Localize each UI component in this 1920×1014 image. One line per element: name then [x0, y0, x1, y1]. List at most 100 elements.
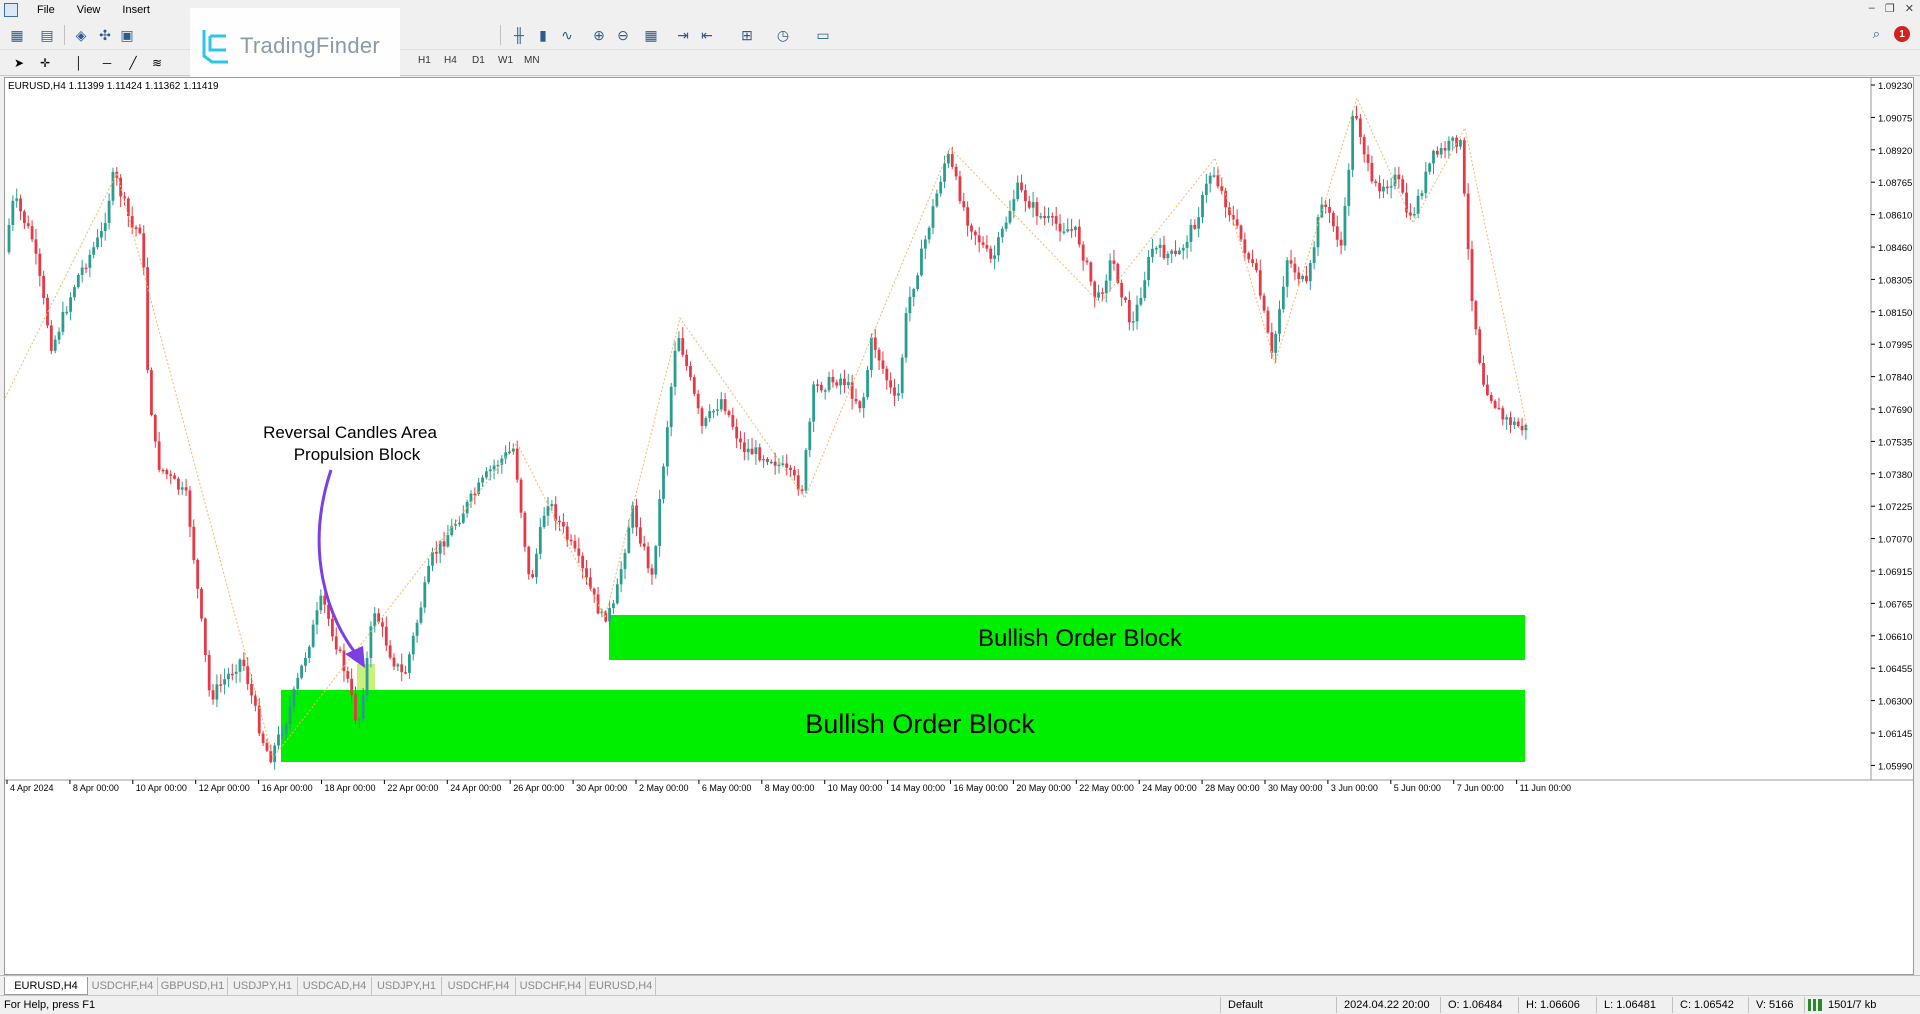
notification-icon[interactable]: 1	[1894, 26, 1910, 42]
chart-tab[interactable]: USDCHF,H4	[442, 977, 516, 995]
bullish-candle	[1447, 140, 1451, 151]
new-chart-icon[interactable]: ▦	[6, 24, 28, 46]
chart-tab[interactable]: GBPUSD,H1	[158, 977, 228, 995]
chart-window[interactable]: 1.09230 1.09075 1.08920 1.08765 1.08610 1.084…	[4, 77, 1914, 975]
minimize-icon[interactable]: –	[1869, 2, 1875, 15]
timeframe-mn[interactable]: MN	[524, 55, 540, 66]
bullish-candle	[304, 657, 307, 666]
tile-windows-icon[interactable]: ▦	[640, 24, 662, 46]
chart-tab[interactable]: USDCHF,H4	[516, 977, 586, 995]
zoom-out-icon[interactable]: ⊖	[612, 24, 634, 46]
periods-icon[interactable]: ◷	[772, 24, 794, 46]
bearish-candle	[1216, 175, 1220, 187]
bearish-candle	[342, 650, 346, 672]
bearish-candle	[650, 568, 654, 575]
line-chart-icon[interactable]: ∿	[556, 24, 578, 46]
bullish-candle	[57, 331, 61, 340]
bullish-candle	[719, 399, 723, 410]
horizontal-line-icon[interactable]: ─	[96, 52, 118, 74]
bullish-candle	[1047, 216, 1050, 219]
bullish-candle	[292, 688, 296, 707]
chart-tab[interactable]: USDCHF,H4	[88, 977, 158, 995]
bullish-candle	[1004, 222, 1008, 229]
indicators-icon[interactable]: ⊞	[736, 24, 758, 46]
bearish-candle	[157, 441, 161, 470]
bullish-candle	[1512, 421, 1516, 425]
timeframe-h4[interactable]: H4	[444, 55, 457, 66]
market-watch-icon[interactable]: ◈	[70, 24, 92, 46]
zoom-in-icon[interactable]: ⊕	[588, 24, 610, 46]
bullish-candle	[411, 635, 415, 655]
bearish-candle	[400, 664, 404, 673]
bearish-candle	[596, 594, 600, 614]
crosshair-icon[interactable]: ✛	[34, 52, 56, 74]
bearish-candle	[1235, 219, 1239, 226]
time-tick-label: 7 Jun 00:00	[1457, 783, 1504, 793]
navigator-icon[interactable]: ✣	[94, 24, 116, 46]
bearish-candle	[257, 705, 261, 734]
bearish-candle	[816, 384, 819, 386]
trendline-icon[interactable]: ╱	[122, 52, 144, 74]
bearish-candle	[219, 684, 223, 686]
status-low: L: 1.06481	[1604, 999, 1656, 1011]
status-separator	[1672, 997, 1673, 1013]
cursor-icon[interactable]: ➤	[8, 52, 30, 74]
fibo-icon[interactable]: ≋	[146, 52, 168, 74]
menu-file[interactable]: File	[26, 4, 66, 16]
toolbar-separator	[64, 25, 65, 45]
chart-tab[interactable]: USDJPY,H1	[372, 977, 442, 995]
status-separator	[1336, 997, 1337, 1013]
annotation-arrow-head	[345, 646, 365, 668]
autoscroll-icon[interactable]: ⇤	[696, 24, 718, 46]
status-profile: Default	[1228, 999, 1263, 1011]
bullish-candle	[927, 227, 931, 240]
bullish-candle	[458, 522, 461, 525]
bullish-candle	[423, 582, 427, 608]
data-window-icon[interactable]: ▣	[116, 24, 138, 46]
vertical-line-icon[interactable]: │	[68, 52, 90, 74]
timeframe-d1[interactable]: D1	[472, 55, 485, 66]
bullish-candle	[73, 287, 76, 298]
bearish-candle	[188, 490, 192, 527]
bearish-candle	[565, 526, 569, 540]
close-icon[interactable]: ✕	[1905, 2, 1914, 15]
bearish-candle	[84, 267, 88, 270]
bearish-candle	[785, 463, 789, 468]
bullish-candle	[76, 275, 80, 288]
timeframe-w1[interactable]: W1	[498, 55, 513, 66]
bearish-candle	[1120, 282, 1124, 298]
status-separator	[1220, 997, 1221, 1013]
chart-tab[interactable]: EURUSD,H4	[586, 977, 656, 995]
bullish-candle	[542, 515, 546, 528]
bullish-candle	[65, 311, 69, 314]
time-tick-label: 22 Apr 00:00	[387, 783, 438, 793]
bullish-candle	[446, 535, 450, 547]
bearish-candle	[739, 438, 742, 443]
candlestick-icon[interactable]: ▮	[532, 24, 554, 46]
bullish-candle	[92, 247, 96, 255]
search-icon[interactable]: ⌕	[1873, 26, 1880, 42]
bar-chart-icon[interactable]: ╫	[508, 24, 530, 46]
bearish-candle	[1362, 136, 1366, 155]
profiles-icon[interactable]: ▤	[36, 24, 58, 46]
bullish-candle	[1382, 186, 1385, 192]
bullish-candle	[1012, 199, 1016, 211]
chart-shift-icon[interactable]: ⇥	[672, 24, 694, 46]
menu-insert[interactable]: Insert	[111, 4, 161, 16]
bullish-candle	[904, 313, 908, 358]
chart-tab[interactable]: EURUSD,H4	[4, 977, 88, 995]
timeframe-h1[interactable]: H1	[418, 55, 431, 66]
bearish-candle	[1435, 150, 1439, 155]
bullish-candle	[7, 224, 11, 253]
status-separator	[1518, 997, 1519, 1013]
templates-icon[interactable]: ▭	[812, 24, 834, 46]
chart-tab[interactable]: USDCAD,H4	[298, 977, 372, 995]
price-chart[interactable]: 1.09230 1.09075 1.08920 1.08765 1.08610 1.084…	[5, 78, 1913, 974]
bearish-candle	[1243, 239, 1247, 254]
bearish-candle	[1255, 263, 1258, 271]
restore-icon[interactable]: ❐	[1885, 2, 1895, 15]
chart-tab[interactable]: USDJPY,H1	[228, 977, 298, 995]
bearish-candle	[831, 376, 835, 383]
bearish-candle	[1355, 115, 1358, 119]
menu-view[interactable]: View	[66, 4, 112, 16]
